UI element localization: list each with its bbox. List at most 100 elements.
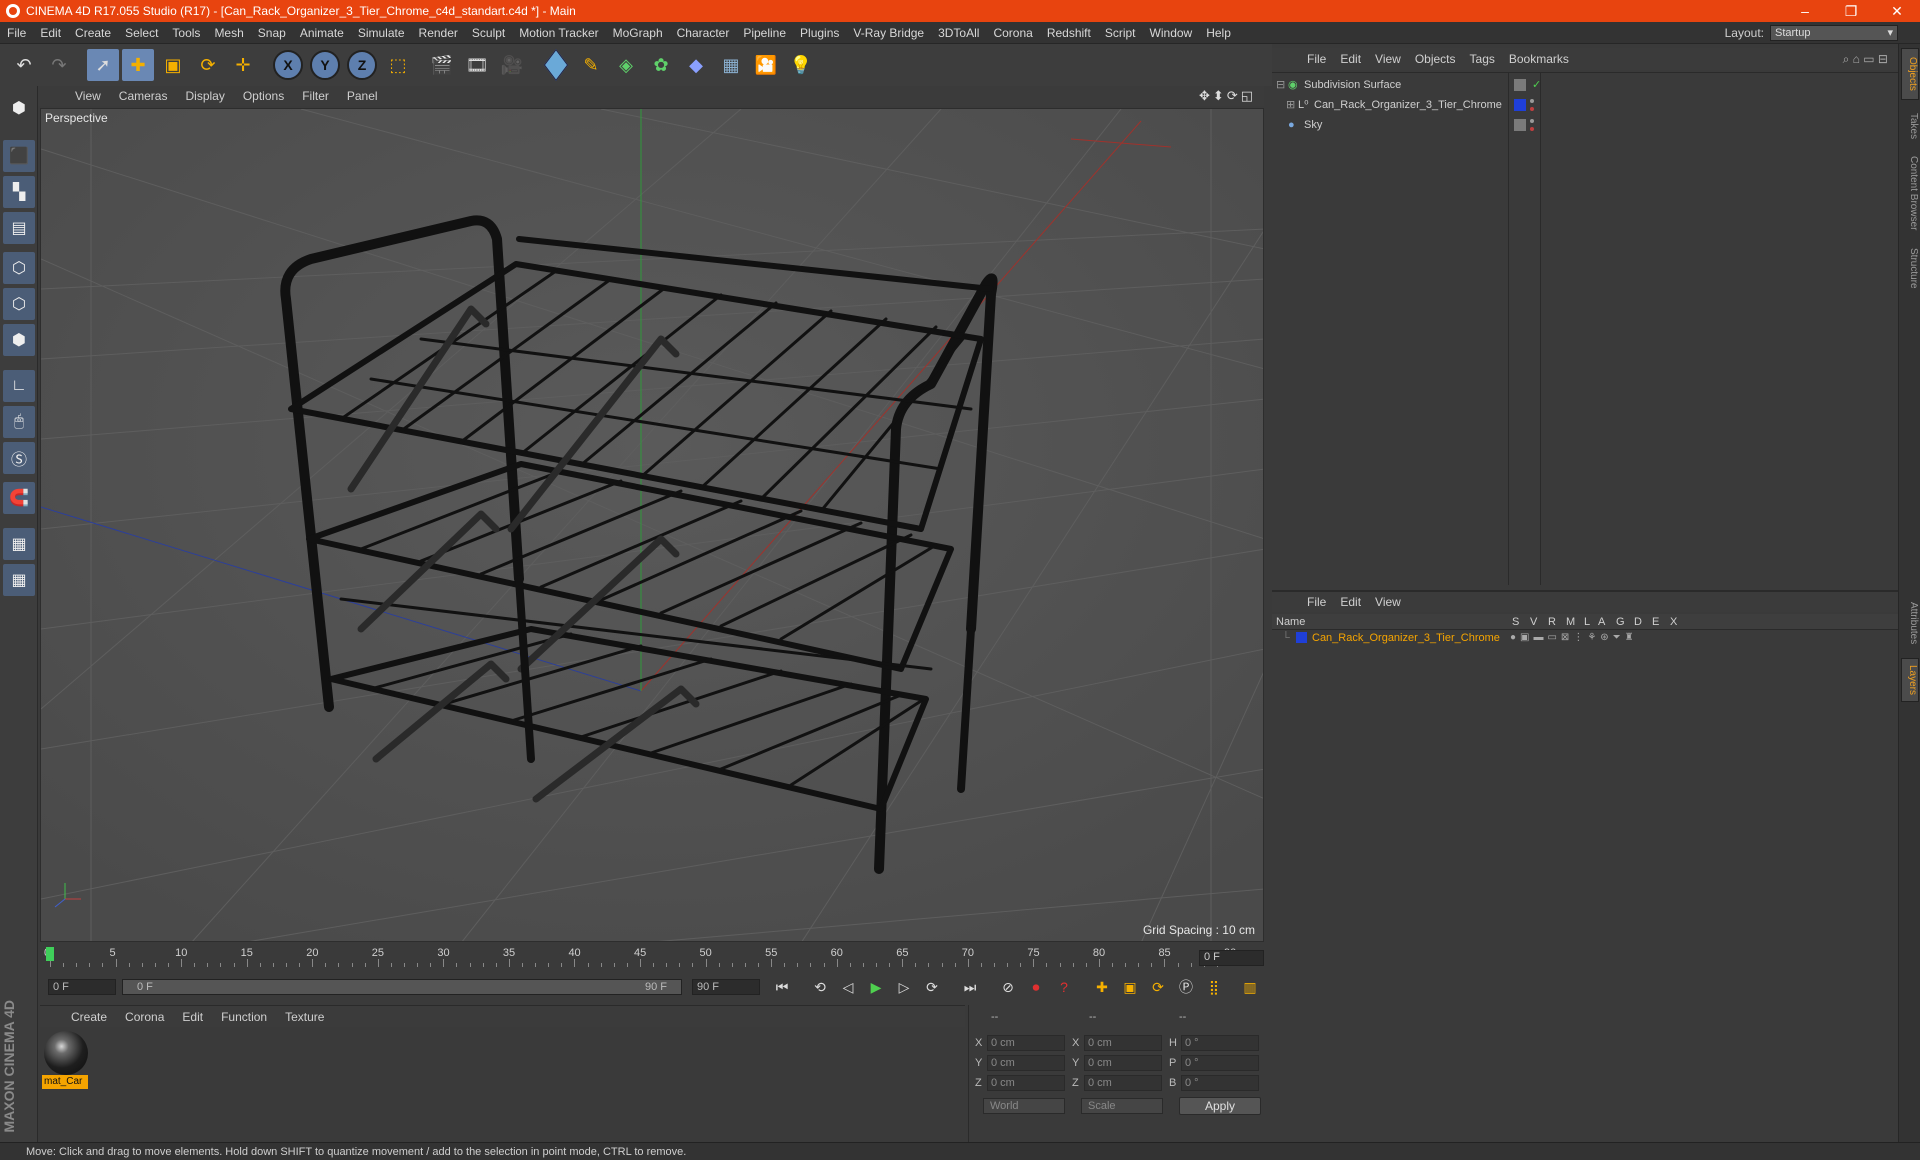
- material-menu-function[interactable]: Function: [212, 1010, 276, 1024]
- object-menu-tags[interactable]: Tags: [1463, 52, 1502, 66]
- size-y-field[interactable]: 0 cm: [1084, 1055, 1162, 1071]
- layout-dropdown[interactable]: Startup: [1770, 24, 1898, 41]
- go-to-end-icon[interactable]: ⏭: [958, 976, 982, 998]
- menu-redshift[interactable]: Redshift: [1040, 26, 1098, 40]
- scale-tool-icon[interactable]: ▣: [157, 49, 189, 81]
- menu-script[interactable]: Script: [1098, 26, 1143, 40]
- floor-icon[interactable]: ▦: [715, 49, 747, 81]
- object-menu-bookmarks[interactable]: Bookmarks: [1502, 52, 1576, 66]
- playhead[interactable]: [46, 947, 54, 961]
- auto-key-icon[interactable]: ⏺: [1024, 976, 1048, 998]
- tab-content-browser[interactable]: Content Browser: [1901, 148, 1919, 238]
- key-position-icon[interactable]: ✚: [1090, 976, 1114, 998]
- move-tool-icon[interactable]: ✚: [122, 49, 154, 81]
- layer-menu-view[interactable]: View: [1368, 595, 1408, 609]
- make-editable-icon[interactable]: ⬢: [3, 92, 35, 124]
- object-manager-search-icon[interactable]: ⌕ ⌂ ▭ ⊟: [1843, 52, 1898, 67]
- object-menu-objects[interactable]: Objects: [1408, 52, 1463, 66]
- rotate-tool-icon[interactable]: ⟳: [192, 49, 224, 81]
- menu-character[interactable]: Character: [670, 26, 737, 40]
- menu-simulate[interactable]: Simulate: [351, 26, 412, 40]
- menu-create[interactable]: Create: [68, 26, 118, 40]
- material-menu-texture[interactable]: Texture: [276, 1010, 333, 1024]
- viewport-menu-display[interactable]: Display: [176, 89, 233, 103]
- subdivision-icon[interactable]: ◈: [610, 49, 642, 81]
- rotation-b-field[interactable]: 0 °: [1181, 1075, 1259, 1091]
- viewport-nav-icons[interactable]: ✥⬍⟳◱: [1199, 88, 1264, 104]
- layer-color-swatch[interactable]: [1296, 632, 1307, 643]
- close-button[interactable]: ✕: [1874, 3, 1920, 20]
- keyframe-selection-icon[interactable]: ?: [1052, 976, 1076, 998]
- planar-workplane-icon[interactable]: ▦: [3, 564, 35, 596]
- tab-layers[interactable]: Layers: [1901, 658, 1919, 702]
- rotation-h-field[interactable]: 0 °: [1181, 1035, 1259, 1051]
- layer-menu-file[interactable]: File: [1300, 595, 1333, 609]
- frame-range-slider[interactable]: 0 F 90 F: [122, 979, 682, 995]
- lock-workplane-icon[interactable]: ▦: [3, 528, 35, 560]
- next-key-icon[interactable]: ⟳: [920, 976, 944, 998]
- menu-plugins[interactable]: Plugins: [793, 26, 846, 40]
- rotation-p-field[interactable]: 0 °: [1181, 1055, 1259, 1071]
- menu-snap[interactable]: Snap: [251, 26, 293, 40]
- size-z-field[interactable]: 0 cm: [1084, 1075, 1162, 1091]
- menu-corona[interactable]: Corona: [986, 26, 1039, 40]
- x-axis-toggle[interactable]: X: [273, 50, 303, 80]
- menu-vray-bridge[interactable]: V-Ray Bridge: [846, 26, 931, 40]
- coordinate-system-icon[interactable]: ⬚: [382, 49, 414, 81]
- apply-button[interactable]: Apply: [1179, 1097, 1261, 1115]
- key-pla-icon[interactable]: ⣿: [1202, 976, 1226, 998]
- menu-animate[interactable]: Animate: [293, 26, 351, 40]
- coord-size-mode-dropdown[interactable]: Scale: [1081, 1098, 1163, 1114]
- menu-3dtoall[interactable]: 3DToAll: [931, 26, 986, 40]
- key-scale-icon[interactable]: ▣: [1118, 976, 1142, 998]
- points-mode-icon[interactable]: ⬡: [3, 252, 35, 284]
- object-row-sky[interactable]: ● Sky: [1272, 115, 1898, 135]
- current-frame-field[interactable]: 0 F: [1199, 950, 1264, 966]
- viewport-menu-cameras[interactable]: Cameras: [110, 89, 177, 103]
- position-y-field[interactable]: 0 cm: [987, 1055, 1065, 1071]
- previous-key-icon[interactable]: ⟲: [808, 976, 832, 998]
- redo-icon[interactable]: ↷: [43, 49, 75, 81]
- minimize-button[interactable]: –: [1782, 3, 1828, 20]
- object-row-subdivision-surface[interactable]: ⊟ ◉ Subdivision Surface ✓: [1272, 75, 1898, 95]
- play-icon[interactable]: ▶: [864, 976, 888, 998]
- menu-file[interactable]: File: [0, 26, 33, 40]
- z-axis-toggle[interactable]: Z: [347, 50, 377, 80]
- material-menu-edit[interactable]: Edit: [173, 1010, 212, 1024]
- coord-space-dropdown[interactable]: World: [983, 1098, 1065, 1114]
- menu-sculpt[interactable]: Sculpt: [465, 26, 512, 40]
- render-dot-icon[interactable]: [1530, 127, 1534, 131]
- y-axis-toggle[interactable]: Y: [310, 50, 340, 80]
- menu-window[interactable]: Window: [1143, 26, 1200, 40]
- edges-mode-icon[interactable]: ⬡: [3, 288, 35, 320]
- select-arrow-icon[interactable]: ➚: [87, 49, 119, 81]
- viewport-menu-panel[interactable]: Panel: [338, 89, 387, 103]
- layer-toggle-icons[interactable]: ●▣▬▭⊠⋮⚘⊛⏷♜: [1510, 630, 1638, 646]
- mograph-cloner-icon[interactable]: ✿: [645, 49, 677, 81]
- live-selection-icon[interactable]: ✛: [227, 49, 259, 81]
- viewport-menu-options[interactable]: Options: [234, 89, 293, 103]
- object-menu-edit[interactable]: Edit: [1333, 52, 1368, 66]
- workplane-icon[interactable]: ▤: [3, 212, 35, 244]
- tab-structure[interactable]: Structure: [1901, 240, 1919, 296]
- layer-name[interactable]: Can_Rack_Organizer_3_Tier_Chrome: [1312, 630, 1500, 646]
- perspective-viewport[interactable]: Perspective Grid Spacing : 10 cm: [40, 108, 1264, 942]
- next-frame-icon[interactable]: ▷: [892, 976, 916, 998]
- menu-select[interactable]: Select: [118, 26, 165, 40]
- timeline-ruler[interactable]: 051015202530354045505560657075808590: [40, 945, 1264, 969]
- material-menu-corona[interactable]: Corona: [116, 1010, 173, 1024]
- editor-dot-icon[interactable]: [1530, 99, 1534, 103]
- expand-toggle-icon[interactable]: ⊞: [1286, 95, 1295, 115]
- editor-visibility-icon[interactable]: [1514, 119, 1526, 131]
- object-menu-file[interactable]: File: [1300, 52, 1333, 66]
- magnet-icon[interactable]: 🧲: [3, 482, 35, 514]
- size-x-field[interactable]: 0 cm: [1084, 1035, 1162, 1051]
- texture-mode-icon[interactable]: ▚: [3, 176, 35, 208]
- deformer-icon[interactable]: ◆: [680, 49, 712, 81]
- layer-color-icon[interactable]: [1514, 99, 1526, 111]
- material-menu-create[interactable]: Create: [62, 1010, 116, 1024]
- polygons-mode-icon[interactable]: ⬢: [3, 324, 35, 356]
- menu-motion-tracker[interactable]: Motion Tracker: [512, 26, 605, 40]
- tab-objects[interactable]: Objects: [1901, 48, 1919, 100]
- undo-icon[interactable]: ↶: [8, 49, 40, 81]
